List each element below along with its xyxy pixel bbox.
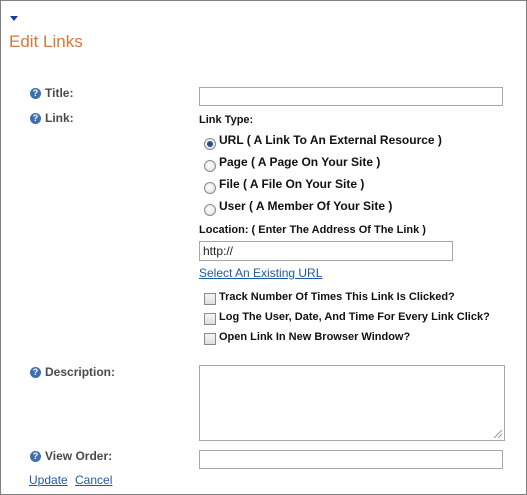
track-clicks-checkbox[interactable] — [204, 293, 216, 305]
title-label-row: ? Title: — [30, 86, 73, 100]
description-label: Description: — [45, 365, 116, 379]
collapse-arrow-icon[interactable] — [10, 16, 18, 21]
radio-url[interactable] — [204, 138, 216, 150]
help-icon[interactable]: ? — [30, 367, 41, 378]
view-order-label: View Order: — [45, 449, 113, 463]
location-input[interactable] — [199, 241, 453, 261]
page-title: Edit Links — [9, 32, 83, 51]
radio-file-label[interactable]: File ( A File On Your Site ) — [219, 177, 364, 191]
radio-user[interactable] — [204, 204, 216, 216]
description-label-row: ? Description: — [30, 365, 115, 379]
select-existing-url-link[interactable]: Select An Existing URL — [199, 266, 322, 280]
resize-grip-icon[interactable] — [494, 430, 502, 438]
update-link[interactable]: Update — [29, 473, 68, 487]
view-order-input[interactable] — [199, 450, 503, 469]
radio-page[interactable] — [204, 160, 216, 172]
link-label: Link: — [45, 111, 74, 125]
link-type-label: Link Type: — [199, 114, 254, 126]
view-order-label-row: ? View Order: — [30, 449, 112, 463]
help-icon[interactable]: ? — [30, 113, 41, 124]
link-label-row: ? Link: — [30, 111, 74, 125]
help-icon[interactable]: ? — [30, 88, 41, 99]
new-window-label[interactable]: Open Link In New Browser Window? — [219, 331, 410, 343]
location-label: Location: ( Enter The Address Of The Lin… — [199, 224, 426, 236]
new-window-checkbox[interactable] — [204, 333, 216, 345]
title-input[interactable] — [199, 87, 503, 106]
radio-page-label[interactable]: Page ( A Page On Your Site ) — [219, 155, 380, 169]
help-icon[interactable]: ? — [30, 451, 41, 462]
radio-url-label[interactable]: URL ( A Link To An External Resource ) — [219, 133, 442, 147]
track-clicks-label[interactable]: Track Number Of Times This Link Is Click… — [219, 291, 455, 303]
cancel-link[interactable]: Cancel — [75, 473, 112, 487]
radio-file[interactable] — [204, 182, 216, 194]
log-clicks-checkbox[interactable] — [204, 313, 216, 325]
edit-links-panel: Edit Links ? Title: ? Link: Link Type: URL… — [0, 0, 527, 495]
title-label: Title: — [45, 86, 74, 100]
log-clicks-label[interactable]: Log The User, Date, And Time For Every L… — [219, 311, 490, 323]
radio-user-label[interactable]: User ( A Member Of Your Site ) — [219, 199, 392, 213]
description-textarea[interactable] — [199, 365, 505, 441]
